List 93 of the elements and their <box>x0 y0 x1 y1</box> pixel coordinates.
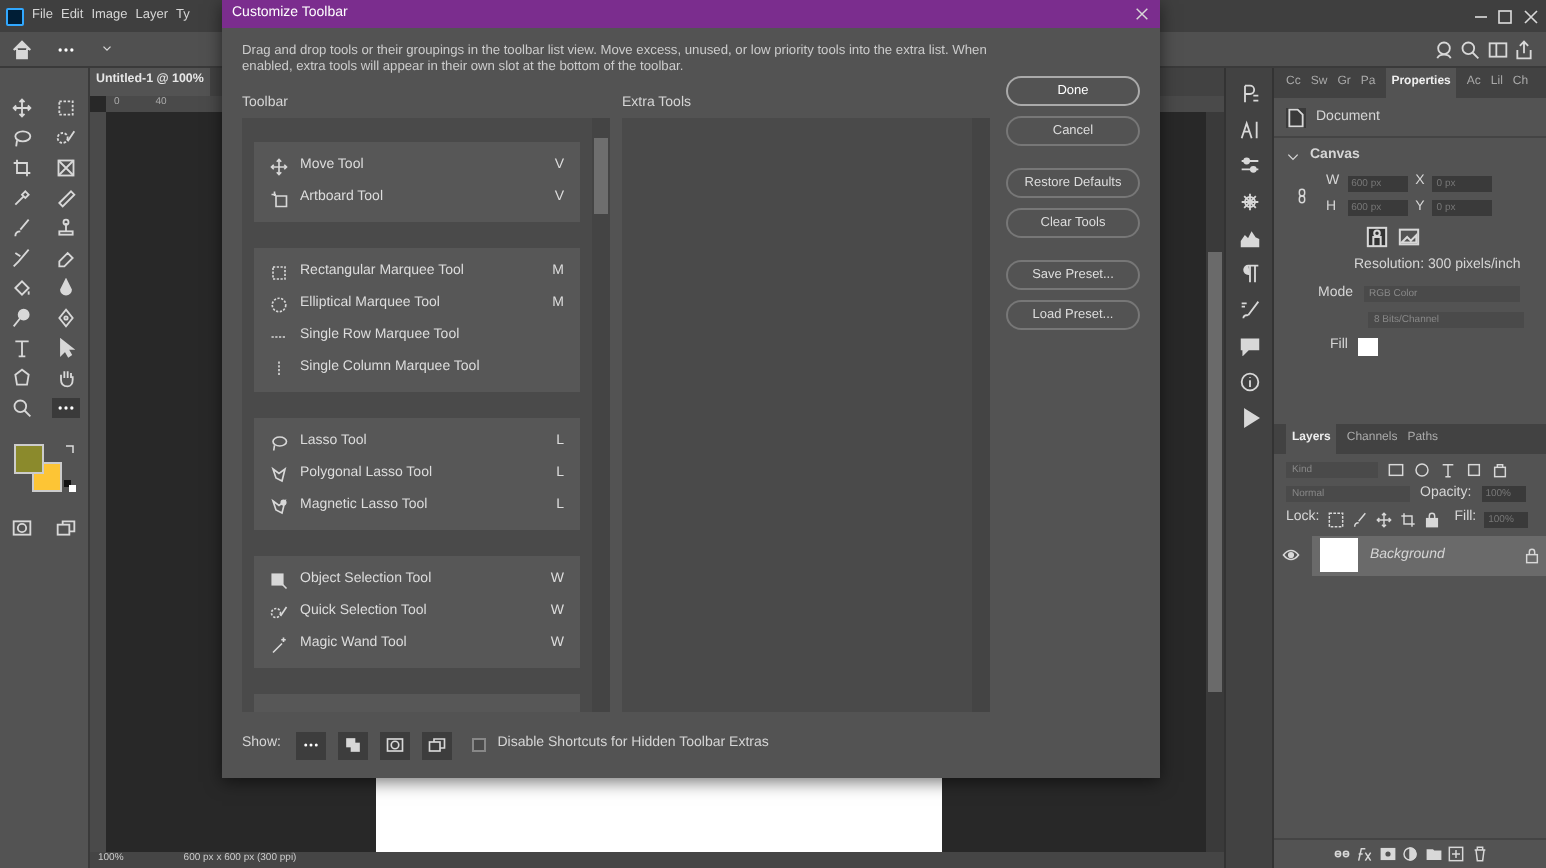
quick-selection-icon[interactable] <box>56 127 76 147</box>
fill-swatch[interactable] <box>1357 337 1378 356</box>
drop-icon[interactable] <box>56 277 76 297</box>
quick-mask-icon[interactable] <box>12 517 32 537</box>
crop-icon[interactable] <box>12 157 32 177</box>
landscape-icon[interactable] <box>1398 226 1420 249</box>
screen-mode-icon[interactable] <box>56 517 76 537</box>
adjustment-filter-icon[interactable] <box>1414 462 1430 478</box>
dashed-rectangle-icon <box>270 263 288 282</box>
type-filter-icon[interactable] <box>1440 462 1456 478</box>
overlap-icon <box>344 736 363 754</box>
move-icon <box>270 157 288 176</box>
app-logo-icon <box>6 7 24 25</box>
lock-position-icon[interactable] <box>1375 511 1392 528</box>
frame-icon[interactable] <box>56 157 76 177</box>
history-brush-icon[interactable] <box>12 247 32 267</box>
scrollbar[interactable] <box>1206 112 1224 852</box>
wand-icon <box>270 635 288 654</box>
eyedropper-icon[interactable] <box>12 187 32 207</box>
brush-settings-icon[interactable] <box>1239 300 1259 320</box>
histogram-icon[interactable] <box>1239 228 1259 248</box>
lasso-icon <box>270 433 288 452</box>
move-icon[interactable] <box>12 97 32 117</box>
default-colors-icon[interactable] <box>63 479 75 491</box>
lock-artboard-icon[interactable] <box>1399 511 1416 528</box>
share-icon[interactable] <box>1514 39 1534 59</box>
home-icon[interactable] <box>12 39 32 59</box>
eraser-icon[interactable] <box>56 247 76 267</box>
swap-icon[interactable] <box>63 443 75 455</box>
screen-mode-icon <box>428 736 447 754</box>
play-icon[interactable] <box>1239 408 1259 428</box>
brush-selection-icon <box>270 603 288 622</box>
zoom-icon[interactable] <box>12 397 32 417</box>
show-toggle[interactable] <box>422 731 453 759</box>
comment-icon[interactable] <box>1239 336 1259 356</box>
show-toggle[interactable] <box>380 731 411 759</box>
shape-icon[interactable] <box>12 367 32 387</box>
maximize-icon[interactable] <box>1496 7 1514 25</box>
object-selection-icon <box>270 571 288 590</box>
type-icon[interactable] <box>12 337 32 357</box>
paint-bucket-icon[interactable] <box>12 277 32 297</box>
quick-mask-icon <box>386 736 405 754</box>
more-icon[interactable] <box>52 397 80 417</box>
image-filter-icon[interactable] <box>1388 462 1404 478</box>
user-icon[interactable] <box>1433 39 1453 59</box>
portrait-icon[interactable] <box>1366 226 1388 249</box>
caret-icon[interactable] <box>100 42 114 56</box>
new-layer-icon[interactable] <box>1448 846 1464 862</box>
checkbox[interactable] <box>471 738 486 752</box>
hand-icon[interactable] <box>56 367 76 387</box>
dodge-icon[interactable] <box>12 307 32 327</box>
layer-thumbnail <box>1320 538 1358 573</box>
polygon-lasso-icon <box>270 465 288 484</box>
pen-icon[interactable] <box>56 307 76 327</box>
close-icon[interactable] <box>1521 7 1539 25</box>
character-style-icon[interactable] <box>1239 120 1259 140</box>
effects-icon[interactable] <box>1356 846 1372 862</box>
brush-icon[interactable] <box>12 217 32 237</box>
lock-icon[interactable] <box>1423 511 1440 528</box>
chevron-icon[interactable] <box>1286 149 1300 164</box>
sliders-icon[interactable] <box>1239 156 1259 176</box>
eye-icon[interactable] <box>1282 546 1300 565</box>
scrollbar[interactable] <box>592 118 610 712</box>
show-toggle[interactable] <box>296 731 327 759</box>
bandage-icon[interactable] <box>56 187 76 207</box>
trash-icon[interactable] <box>1471 846 1487 862</box>
mask-icon[interactable] <box>1379 846 1395 862</box>
lock-pixels-icon[interactable] <box>1327 511 1344 528</box>
link-icon[interactable] <box>1294 185 1310 206</box>
folder-icon[interactable] <box>1425 846 1441 862</box>
document-icon <box>1286 108 1306 128</box>
artboard-icon <box>270 189 288 208</box>
search-icon[interactable] <box>1460 39 1480 59</box>
paragraph-style-icon[interactable] <box>1239 84 1259 104</box>
workspace-icon[interactable] <box>1487 39 1507 59</box>
close-icon[interactable] <box>1134 6 1150 22</box>
link-icon[interactable] <box>1333 846 1349 862</box>
info-icon[interactable] <box>1239 372 1259 392</box>
wheel-icon[interactable] <box>1239 192 1259 212</box>
pilcrow-icon[interactable] <box>1239 264 1259 284</box>
stamp-icon[interactable] <box>56 217 76 237</box>
show-toggle[interactable] <box>338 731 369 759</box>
shape-filter-icon[interactable] <box>1466 462 1482 478</box>
smart-object-filter-icon[interactable] <box>1492 462 1508 478</box>
adjustment-icon[interactable] <box>1402 846 1418 862</box>
magnet-lasso-icon <box>270 497 288 516</box>
dashed-circle-icon <box>270 295 288 314</box>
color-swatches-drawing[interactable] <box>13 443 61 491</box>
lock-icon <box>1523 547 1539 564</box>
pointer-icon[interactable] <box>56 337 76 357</box>
lock-paint-icon[interactable] <box>1351 511 1368 528</box>
marquee-icon[interactable] <box>56 97 76 117</box>
lasso-icon[interactable] <box>12 127 32 147</box>
